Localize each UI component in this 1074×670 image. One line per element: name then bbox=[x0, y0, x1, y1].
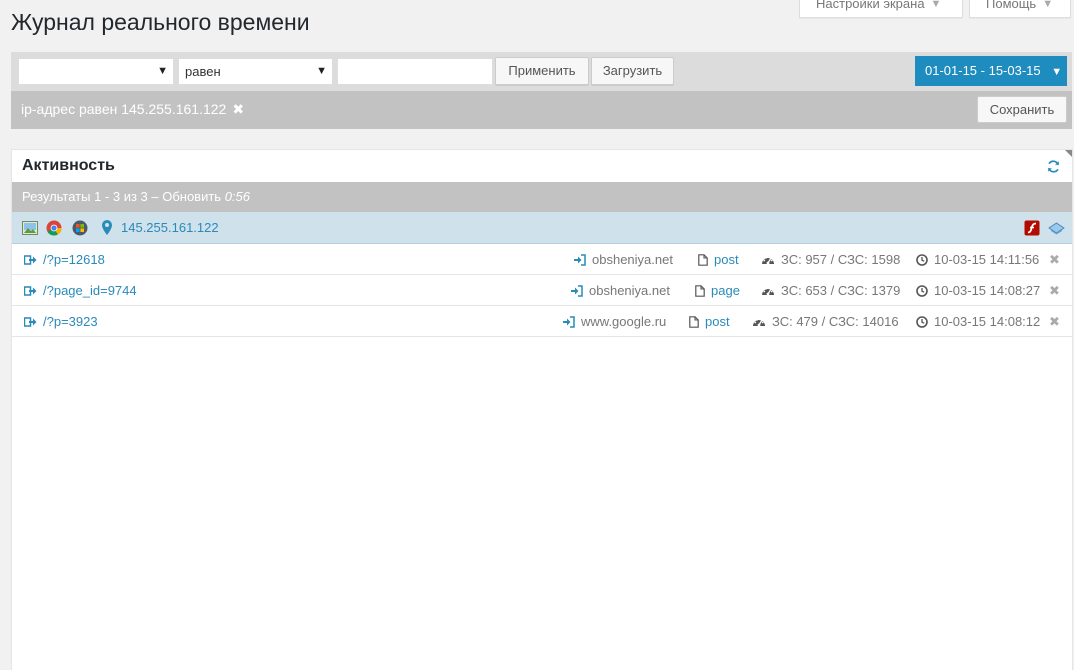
remove-filter-icon[interactable]: ✖ bbox=[232, 101, 244, 117]
panel-toggle-corner[interactable] bbox=[1065, 150, 1072, 157]
results-bar: Результаты 1 - 3 из 3 – Обновить 0:56 bbox=[12, 182, 1072, 212]
filter-field-select[interactable]: ▼ bbox=[18, 58, 174, 85]
external-link-icon bbox=[24, 317, 37, 327]
page-url-link[interactable]: /?p=3923 bbox=[24, 314, 98, 329]
table-row: /?page_id=9744 obsheniya.net page ЗС: 65… bbox=[12, 275, 1072, 306]
screen-resolution-icon bbox=[22, 221, 38, 235]
content-type[interactable]: post bbox=[698, 252, 739, 267]
page-url-link[interactable]: /?page_id=9744 bbox=[24, 283, 137, 298]
save-filter-button[interactable]: Сохранить bbox=[977, 96, 1067, 123]
clock-icon bbox=[916, 254, 928, 266]
content-type[interactable]: page bbox=[695, 283, 740, 298]
filter-value-input[interactable] bbox=[337, 58, 493, 85]
sign-in-icon bbox=[574, 254, 586, 266]
flash-plugin-icon bbox=[1024, 220, 1040, 236]
document-icon bbox=[698, 254, 708, 266]
delete-row-icon[interactable]: ✖ bbox=[1049, 252, 1060, 268]
help-label: Помощь bbox=[986, 0, 1037, 11]
sign-in-icon bbox=[563, 316, 575, 328]
date-range-label: 01-01-15 - 15-03-15 bbox=[925, 63, 1041, 78]
referrer[interactable]: obsheniya.net bbox=[573, 252, 673, 267]
visit-time: 10-03-15 14:11:56 bbox=[916, 252, 1039, 267]
chevron-down-icon: ▼ bbox=[1042, 0, 1054, 10]
page-title: Журнал реального времени bbox=[11, 9, 310, 35]
dashboard-icon bbox=[762, 287, 774, 296]
table-row: /?p=3923 www.google.ru post ЗС: 479 / СЗ… bbox=[12, 306, 1072, 337]
active-filter: ip-адрес равен 145.255.161.122 ✖ bbox=[21, 101, 244, 118]
refresh-countdown: 0:56 bbox=[224, 189, 251, 204]
referrer[interactable]: obsheniya.net bbox=[570, 283, 670, 298]
content-type[interactable]: post bbox=[689, 314, 730, 329]
external-link-icon bbox=[24, 255, 37, 265]
chevron-down-icon: ▼ bbox=[930, 0, 942, 10]
filter-operator-value: равен bbox=[185, 64, 221, 79]
dashboard-icon bbox=[762, 256, 774, 265]
chrome-browser-icon bbox=[46, 220, 62, 236]
sign-in-icon bbox=[571, 285, 583, 297]
document-icon bbox=[689, 316, 699, 328]
document-icon bbox=[695, 285, 705, 297]
visit-stats: ЗС: 479 / СЗС: 14016 bbox=[752, 314, 899, 329]
filter-operator-select[interactable]: равен ▼ bbox=[178, 58, 333, 85]
table-row: /?p=12618 obsheniya.net post ЗС: 957 / С… bbox=[12, 244, 1072, 275]
caret-down-icon: ▼ bbox=[1051, 66, 1063, 78]
panel-title: Активность bbox=[22, 157, 115, 174]
visit-time: 10-03-15 14:08:27 bbox=[916, 283, 1040, 298]
screen-options-label: Настройки экрана bbox=[816, 0, 925, 11]
delete-row-icon[interactable]: ✖ bbox=[1049, 283, 1060, 299]
clock-icon bbox=[916, 316, 928, 328]
dropdown-arrow-icon: ▼ bbox=[316, 65, 327, 77]
clock-icon bbox=[916, 285, 928, 297]
dropdown-arrow-icon: ▼ bbox=[157, 65, 168, 77]
activity-panel: Активность Результаты 1 - 3 из 3 – Обнов… bbox=[11, 149, 1073, 670]
location-pin-icon bbox=[102, 220, 112, 235]
results-text: Результаты 1 - 3 из 3 – Обновить bbox=[22, 189, 225, 204]
load-button[interactable]: Загрузить bbox=[591, 57, 674, 85]
visit-stats: ЗС: 653 / СЗС: 1379 bbox=[761, 283, 900, 298]
apply-button[interactable]: Применить bbox=[495, 57, 589, 85]
page-url-link[interactable]: /?p=12618 bbox=[24, 252, 105, 267]
date-range-button[interactable]: 01-01-15 - 15-03-15 ▼ bbox=[915, 56, 1067, 86]
visitor-row[interactable]: 145.255.161.122 bbox=[12, 212, 1072, 244]
visit-time: 10-03-15 14:08:12 bbox=[916, 314, 1040, 329]
filter-bar: ▼ равен ▼ Применить Загрузить 01-01-15 -… bbox=[11, 52, 1072, 91]
active-filter-label: ip-адрес равен 145.255.161.122 bbox=[21, 101, 227, 117]
refresh-icon[interactable] bbox=[1046, 159, 1061, 174]
external-link-icon bbox=[24, 286, 37, 296]
referrer[interactable]: www.google.ru bbox=[562, 314, 666, 329]
windows-os-icon bbox=[72, 220, 88, 236]
visit-stats: ЗС: 957 / СЗС: 1598 bbox=[761, 252, 900, 267]
java-plugin-icon bbox=[1048, 222, 1065, 235]
dashboard-icon bbox=[753, 318, 765, 327]
active-filter-bar: ip-адрес равен 145.255.161.122 ✖ Сохранит… bbox=[11, 91, 1072, 129]
delete-row-icon[interactable]: ✖ bbox=[1049, 314, 1060, 330]
screen-options-tab[interactable]: Настройки экрана ▼ bbox=[799, 0, 963, 18]
visitor-ip[interactable]: 145.255.161.122 bbox=[121, 220, 219, 235]
help-tab[interactable]: Помощь ▼ bbox=[969, 0, 1071, 18]
